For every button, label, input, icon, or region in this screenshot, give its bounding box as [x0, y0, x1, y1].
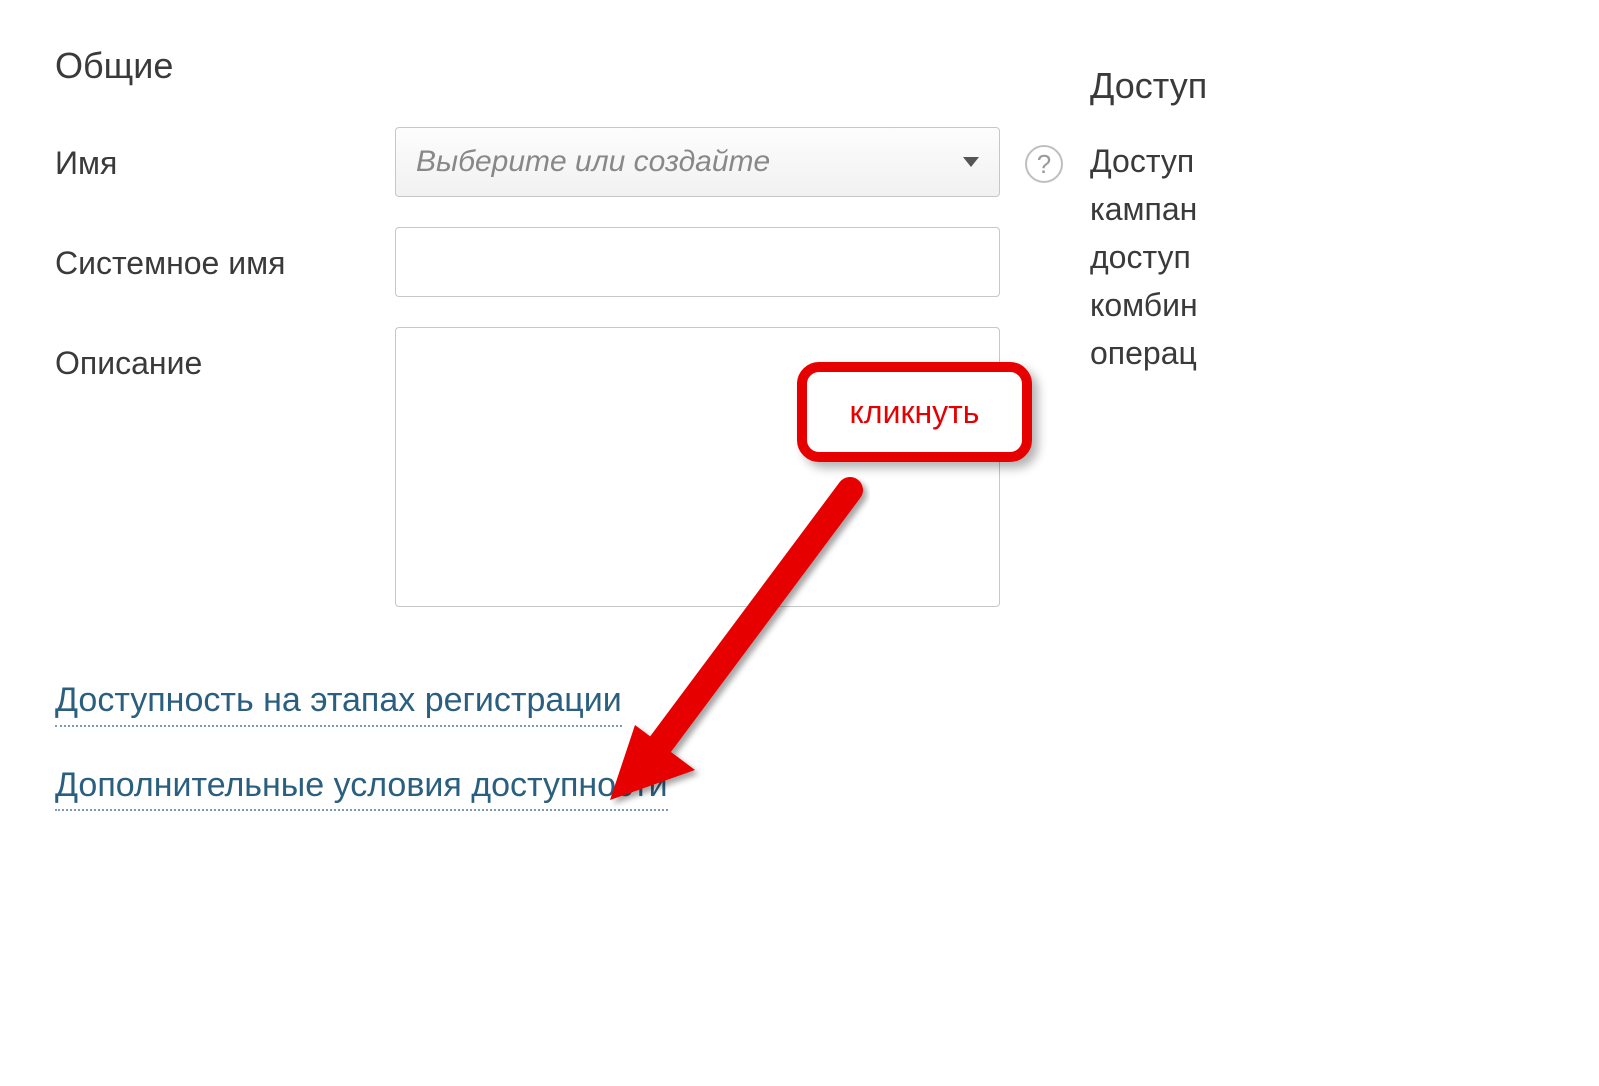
right-panel-text: Доступ кампан доступ комбин операц: [1090, 137, 1599, 377]
caret-down-icon: [963, 157, 979, 167]
availability-link[interactable]: Доступность на этапах регистрации: [55, 677, 622, 727]
help-icon[interactable]: ?: [1025, 145, 1063, 183]
name-label: Имя: [55, 127, 395, 182]
description-label: Описание: [55, 327, 395, 382]
system-name-input[interactable]: [395, 227, 1000, 297]
additional-conditions-link[interactable]: Дополнительные условия доступности: [55, 762, 668, 812]
annotation-callout: кликнуть: [797, 362, 1032, 462]
name-select[interactable]: Выберите или создайте: [395, 127, 1000, 197]
annotation-label: кликнуть: [850, 394, 980, 431]
right-panel-title: Доступ: [1090, 65, 1599, 107]
system-name-label: Системное имя: [55, 227, 395, 282]
right-panel: Доступ Доступ кампан доступ комбин опера…: [1090, 65, 1599, 377]
name-placeholder: Выберите или создайте: [416, 145, 770, 179]
